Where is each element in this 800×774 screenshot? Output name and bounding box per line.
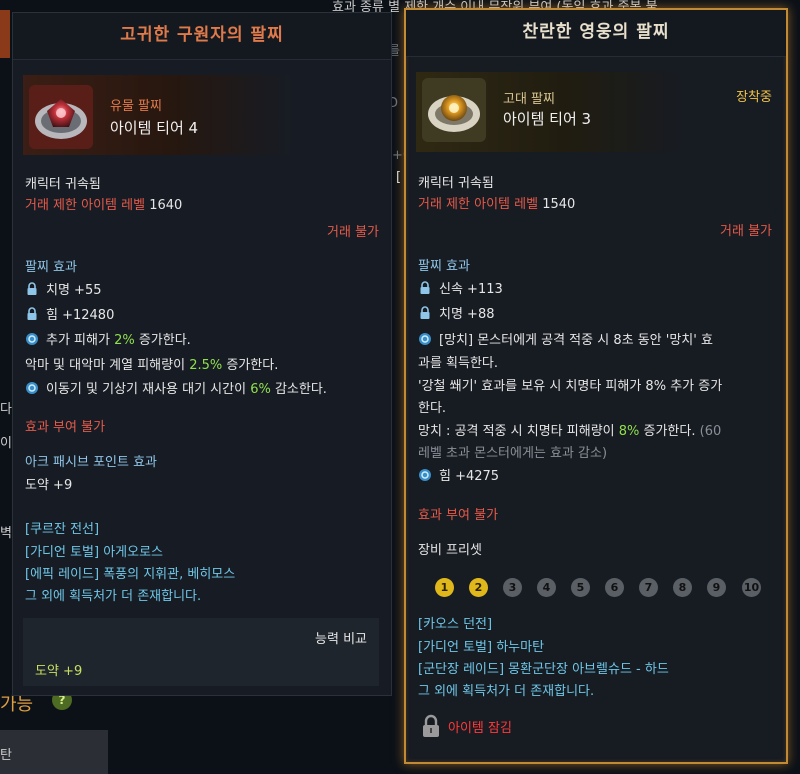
lock-icon — [418, 306, 432, 320]
background-fragment: 이 — [0, 436, 12, 451]
tooltip-title: 고귀한 구원자의 팔찌 — [13, 13, 391, 60]
effect-row: '강철 쐐기' 효과를 보유 시 치명타 피해가 8% 추가 증가 — [418, 379, 723, 394]
lock-icon — [418, 281, 432, 295]
preset-9-button[interactable]: 9 — [707, 578, 726, 597]
preset-3-button[interactable]: 3 — [503, 578, 522, 597]
preset-1-button[interactable]: 1 — [435, 578, 454, 597]
stat-text: 신속 +113 — [439, 282, 503, 297]
trade-level-label: 거래 제한 아이템 레벨 — [418, 197, 539, 212]
stat-text: 치명 +55 — [46, 283, 102, 298]
stat-row: 신속 +113 — [418, 278, 503, 297]
item-locked-label: 아이템 잠김 — [448, 721, 512, 736]
bound-status: 캐릭터 귀속됨 — [418, 176, 494, 191]
background-tab[interactable] — [0, 730, 108, 774]
stat-text: 치명 +88 — [439, 307, 495, 322]
effect-row: 한다. — [418, 401, 447, 416]
background-fragment: 탄 — [0, 748, 12, 763]
compare-value: 도약 +9 — [35, 664, 83, 679]
trade-level-label: 거래 제한 아이템 레벨 — [25, 198, 146, 213]
more-sources-note: 그 외에 획득처가 더 존재합니다. — [418, 684, 595, 699]
effect-row: [망치] 몬스터에게 공격 적중 시 8초 동안 '망치' 효 — [418, 329, 713, 348]
acquisition-source: [카오스 던전] — [418, 617, 493, 632]
compare-label: 능력 비교 — [315, 632, 367, 647]
tooltip-title: 찬란한 영웅의 팔찌 — [406, 10, 786, 57]
tooltip-noble-savior-bracelet: 고귀한 구원자의 팔찌 유물 팔찌 아이템 티어 4 캐릭터 귀속됨 거래 제한… — [12, 12, 392, 696]
trade-level-value: 1540 — [542, 197, 576, 212]
preset-7-button[interactable]: 7 — [639, 578, 658, 597]
effects-header: 팔찌 효과 — [25, 260, 77, 275]
effect-row: 과를 획득한다. — [418, 356, 499, 371]
ability-compare-box: 능력 비교 도약 +9 — [23, 618, 379, 686]
preset-6-button[interactable]: 6 — [605, 578, 624, 597]
stat-row: 치명 +55 — [25, 279, 102, 298]
item-tier: 아이템 티어 3 — [503, 110, 592, 128]
gear-icon — [25, 381, 39, 395]
preset-2-button[interactable]: 2 — [469, 578, 488, 597]
background-portrait — [0, 10, 10, 58]
preset-8-button[interactable]: 8 — [673, 578, 692, 597]
background-fragment: [ — [396, 170, 402, 185]
trade-level-row: 거래 제한 아이템 레벨 1640 — [25, 194, 182, 213]
stat-row: 힘 +12480 — [25, 304, 114, 323]
acquisition-source: [에픽 레이드] 폭풍의 지휘관, 베히모스 — [25, 567, 236, 582]
ark-passive-value: 도약 +9 — [25, 478, 73, 493]
gear-icon — [25, 332, 39, 346]
effect-note: 레벨 초과 몬스터에게는 효과 감소) — [418, 446, 608, 461]
no-grant-label: 효과 부여 불가 — [25, 420, 106, 435]
no-grant-label: 효과 부여 불가 — [418, 508, 499, 523]
ark-passive-header: 아크 패시브 포인트 효과 — [25, 455, 157, 470]
effect-row: 악마 및 대악마 계열 피해량이 2.5% 증가한다. — [25, 358, 279, 373]
effects-header: 팔찌 효과 — [418, 259, 470, 274]
tooltip-brilliant-hero-bracelet: 찬란한 영웅의 팔찌 고대 팔찌 아이템 티어 3 장착중 캐릭터 귀속됨 거래… — [404, 8, 788, 764]
preset-10-button[interactable]: 10 — [742, 578, 761, 597]
background-fragment: 벽 — [0, 526, 12, 541]
lock-icon — [25, 307, 39, 321]
bracelet-icon — [29, 85, 93, 149]
trade-level-row: 거래 제한 아이템 레벨 1540 — [418, 193, 575, 212]
more-sources-note: 그 외에 획득처가 더 존재합니다. — [25, 589, 202, 604]
preset-4-button[interactable]: 4 — [537, 578, 556, 597]
bracelet-icon — [422, 78, 486, 142]
gear-icon — [418, 332, 432, 346]
gear-icon — [418, 468, 432, 482]
effect-row: 추가 피해가 2% 증가한다. — [25, 329, 191, 348]
acquisition-source: [군단장 레이드] 몽환군단장 아브렐슈드 - 하드 — [418, 662, 669, 677]
preset-header: 장비 프리셋 — [418, 543, 482, 558]
bound-status: 캐릭터 귀속됨 — [25, 177, 101, 192]
effect-row: 이동기 및 기상기 재사용 대기 시간이 6% 감소한다. — [25, 378, 327, 397]
item-tier: 아이템 티어 4 — [110, 119, 199, 137]
preset-5-button[interactable]: 5 — [571, 578, 590, 597]
acquisition-source: [쿠르잔 전선] — [25, 522, 100, 537]
item-grade: 고대 팔찌 — [503, 92, 555, 107]
acquisition-source: [가디언 토벌] 하누마탄 — [418, 640, 545, 655]
item-grade: 유물 팔찌 — [110, 99, 162, 114]
item-locked-row: 아이템 잠김 — [422, 714, 512, 742]
background-fragment: 다 — [0, 402, 12, 417]
trade-level-value: 1640 — [149, 198, 183, 213]
stat-text: 힘 +4275 — [439, 469, 500, 484]
stat-row: 치명 +88 — [418, 303, 495, 322]
trade-status: 거래 불가 — [720, 224, 772, 239]
effect-row: 망치 : 공격 적중 시 치명타 피해량이 8% 증가한다. (60 — [418, 424, 722, 439]
trade-status: 거래 불가 — [327, 225, 379, 240]
acquisition-source: [가디언 토벌] 아게오로스 — [25, 545, 164, 560]
stat-text: 힘 +12480 — [46, 308, 115, 323]
stat-row: 힘 +4275 — [418, 465, 499, 484]
padlock-icon — [422, 714, 440, 742]
lock-icon — [25, 282, 39, 296]
equipped-badge: 장착중 — [736, 90, 772, 105]
